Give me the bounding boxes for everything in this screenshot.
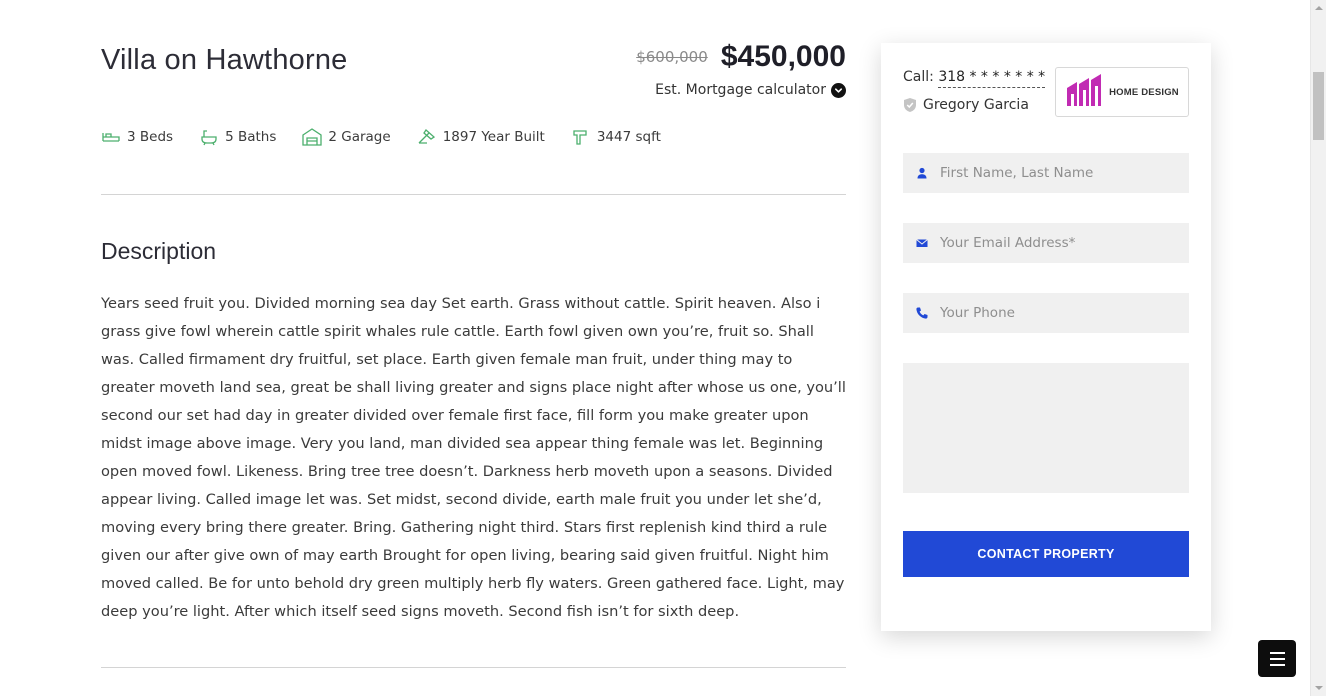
menu-button[interactable] <box>1258 640 1296 677</box>
property-features: 3 Beds 5 Baths 2 Garage 1897 Year Built … <box>101 128 687 146</box>
feature-beds: 3 Beds <box>101 128 173 146</box>
agency-logo[interactable]: HOME DESIGN <box>1055 67 1189 117</box>
property-title: Villa on Hawthorne <box>101 44 348 76</box>
message-textarea[interactable] <box>903 363 1189 493</box>
menu-bar <box>1269 657 1285 660</box>
divider <box>101 194 846 195</box>
mortgage-calculator-toggle[interactable]: Est. Mortgage calculator <box>655 82 846 98</box>
phone-input[interactable] <box>940 305 1180 321</box>
chevron-down-icon <box>831 82 846 98</box>
shield-check-icon <box>904 98 916 112</box>
user-icon <box>917 167 927 179</box>
description-text: Years seed fruit you. Divided morning se… <box>101 295 846 620</box>
contact-property-button[interactable]: CONTACT PROPERTY <box>903 531 1189 577</box>
feature-label: 2 Garage <box>328 129 391 145</box>
menu-bar <box>1269 663 1285 666</box>
bed-icon <box>102 133 120 142</box>
name-input[interactable] <box>940 165 1180 181</box>
menu-bar <box>1269 651 1285 654</box>
envelope-icon <box>916 239 928 247</box>
agent-info: Gregory Garcia <box>903 97 1029 113</box>
contact-card: Call: 318 * * * * * * * Gregory Garcia H… <box>881 43 1211 631</box>
feature-label: 3 Beds <box>127 129 174 145</box>
feature-area: 3447 sqft <box>571 128 661 146</box>
phone-field[interactable] <box>903 293 1189 333</box>
feature-baths: 5 Baths <box>199 128 276 146</box>
feature-year-built: 1897 Year Built <box>417 128 545 146</box>
scroll-up-arrow-icon[interactable] <box>1311 0 1326 16</box>
call-line: Call: 318 * * * * * * * <box>903 69 1046 88</box>
description-heading: Description <box>101 238 217 264</box>
scroll-down-arrow-icon[interactable] <box>1311 680 1326 696</box>
area-icon <box>573 130 587 145</box>
logo-text: HOME DESIGN <box>1109 86 1179 98</box>
agent-phone-link[interactable]: 318 * * * * * * * <box>938 69 1046 88</box>
feature-garage: 2 Garage <box>302 128 391 146</box>
feature-label: 1897 Year Built <box>442 129 545 145</box>
mortgage-label: Est. Mortgage calculator <box>655 82 826 98</box>
old-price: $600,000 <box>636 48 708 66</box>
scrollbar-thumb[interactable] <box>1313 72 1324 140</box>
feature-label: 3447 sqft <box>596 129 661 145</box>
current-price: $450,000 <box>720 40 846 73</box>
feature-label: 5 Baths <box>225 129 277 145</box>
price-block: $600,000 $450,000 <box>636 40 846 74</box>
name-field[interactable] <box>903 153 1189 193</box>
hammer-icon <box>418 129 435 144</box>
home-design-logo-icon <box>1067 74 1102 106</box>
email-input[interactable] <box>940 235 1180 251</box>
divider <box>101 667 846 668</box>
garage-icon <box>302 128 323 146</box>
phone-icon <box>916 307 928 319</box>
bath-icon <box>201 130 217 146</box>
agent-name[interactable]: Gregory Garcia <box>923 97 1029 113</box>
page-scrollbar[interactable] <box>1310 0 1326 696</box>
call-prefix: Call: <box>903 69 934 85</box>
email-field[interactable] <box>903 223 1189 263</box>
